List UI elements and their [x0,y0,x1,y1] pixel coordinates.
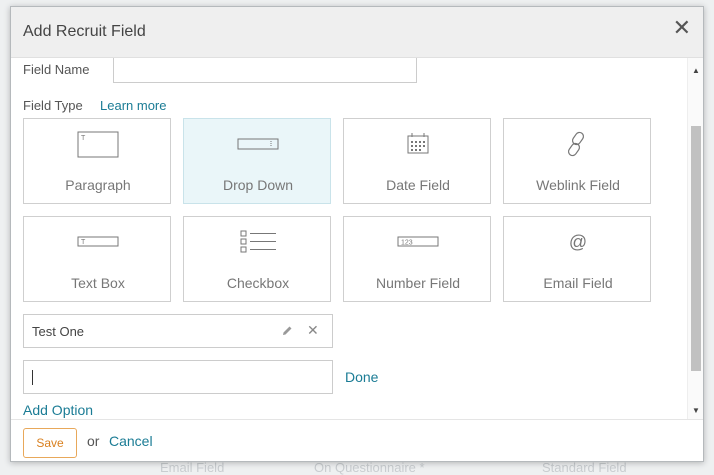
dropdown-option-item: Test One ✕ [23,314,333,348]
field-type-date-field[interactable]: Date Field [343,118,491,204]
field-type-text-box[interactable]: T Text Box [23,216,171,302]
field-type-label: Field Type [23,98,83,113]
new-option-input[interactable] [23,360,333,394]
link-icon [567,131,585,157]
svg-text:123: 123 [401,240,413,247]
pencil-icon[interactable] [280,324,294,338]
tile-label: Paragraph [65,177,131,193]
option-value: Test One [32,324,85,339]
add-recruit-field-dialog: Add Recruit Field ✕ Field Name Field Typ… [10,6,704,462]
close-icon[interactable]: ✕ [673,17,691,39]
cancel-link[interactable]: Cancel [109,433,153,449]
number-icon: 123 [397,236,439,247]
learn-more-link[interactable]: Learn more [100,98,166,113]
tile-label: Email Field [543,275,613,291]
tile-label: Weblink Field [536,177,620,193]
tile-label: Drop Down [222,177,294,193]
field-type-checkbox[interactable]: Checkbox [183,216,331,302]
svg-text:T: T [81,135,86,142]
tile-label: Text Box [71,275,125,291]
scroll-thumb[interactable] [691,126,701,371]
scroll-up-icon[interactable]: ▲ [692,66,700,75]
svg-text:@: @ [569,232,587,252]
field-type-number-field[interactable]: 123 Number Field [343,216,491,302]
tile-label: Date Field [386,177,450,193]
field-type-paragraph[interactable]: T Paragraph [23,118,171,204]
scrollbar[interactable]: ▲ ▼ [687,58,703,419]
done-link[interactable]: Done [345,369,378,385]
dialog-body[interactable]: Field Name Field Type Learn more T Parag… [11,58,687,419]
dialog-title: Add Recruit Field [23,23,146,40]
textbox-icon: T [77,236,119,247]
checkbox-list-icon [240,230,276,253]
field-name-label: Field Name [23,62,90,77]
text-caret [32,370,33,385]
scroll-down-icon[interactable]: ▼ [692,406,700,415]
at-sign-icon: @ [569,232,587,252]
dropdown-icon [237,138,279,150]
svg-text:T: T [81,239,86,246]
tile-label: Checkbox [226,275,290,291]
dialog-footer: Save or Cancel [11,419,703,461]
or-text: or [87,433,100,449]
field-name-input[interactable] [113,58,417,83]
calendar-icon [407,133,429,154]
add-option-link[interactable]: Add Option [23,402,93,418]
field-type-drop-down[interactable]: Drop Down [183,118,331,204]
save-button[interactable]: Save [23,428,77,458]
tile-label: Number Field [375,275,461,291]
paragraph-icon: T [77,131,119,158]
field-type-email-field[interactable]: @ Email Field [503,216,651,302]
field-type-weblink-field[interactable]: Weblink Field [503,118,651,204]
dialog-header: Add Recruit Field ✕ [11,7,703,58]
remove-option-icon[interactable]: ✕ [307,322,319,339]
